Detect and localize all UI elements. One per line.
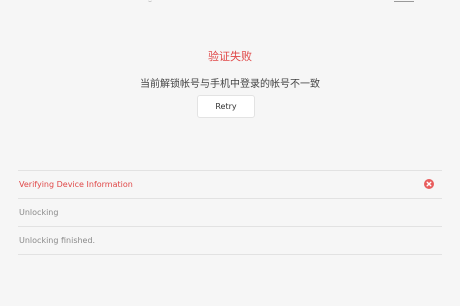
error-title: 验证失败 <box>208 50 252 63</box>
error-message: 当前解锁帐号与手机中登录的帐号不一致 <box>140 79 320 90</box>
step-unlocking-finished: Unlocking finished. <box>18 227 442 255</box>
step-unlocking: Unlocking <box>18 199 442 227</box>
retry-button[interactable]: Retry <box>197 95 255 118</box>
step-verifying-device: Verifying Device Information <box>18 171 442 199</box>
title-bar <box>0 0 460 6</box>
error-x-circle-icon <box>424 179 434 189</box>
title-bar-fragment <box>148 0 152 2</box>
window-control-button[interactable] <box>394 0 414 2</box>
step-label: Unlocking <box>19 208 59 217</box>
step-label: Verifying Device Information <box>19 180 133 189</box>
step-label: Unlocking finished. <box>19 236 96 245</box>
unlock-steps-list: Verifying Device Information Unlocking U… <box>18 170 442 255</box>
